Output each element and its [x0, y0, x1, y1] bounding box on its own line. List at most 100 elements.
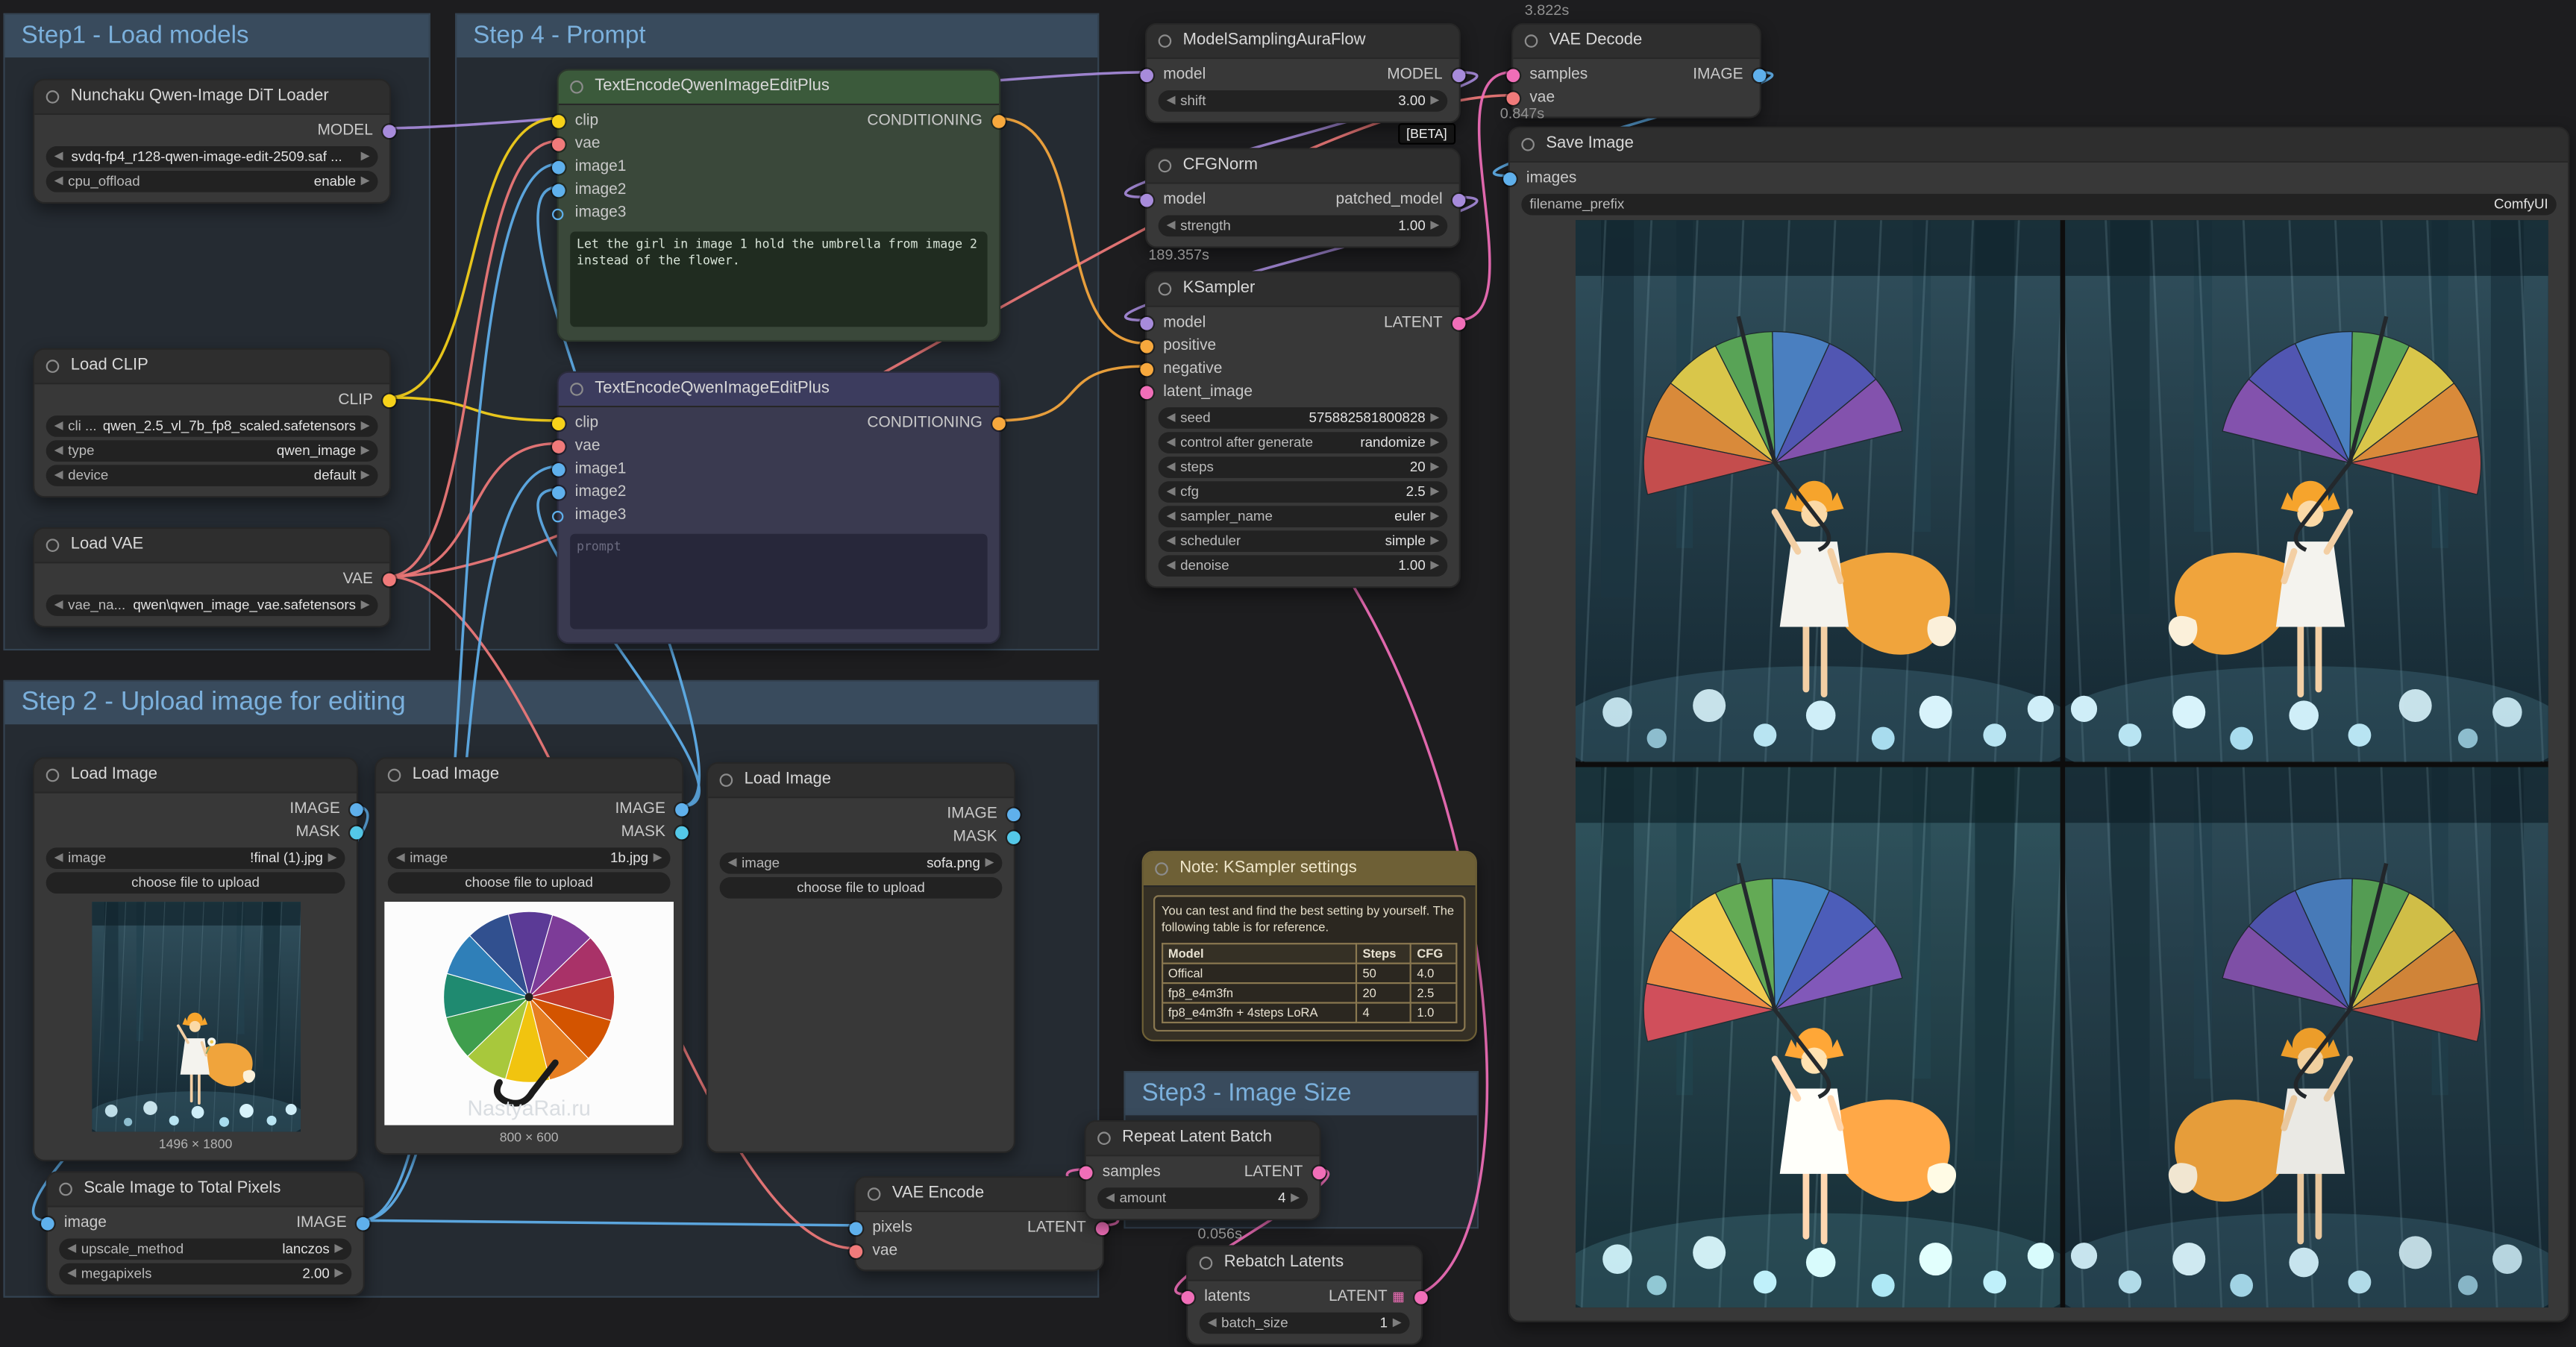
model-input-dot[interactable] — [1140, 69, 1153, 82]
arrow-right-icon[interactable] — [1291, 1187, 1300, 1209]
node-header[interactable]: Load Image — [34, 759, 357, 793]
node-vae-decode[interactable]: VAE Decode samplesIMAGE vae — [1511, 23, 1761, 119]
model-input-dot[interactable] — [1140, 317, 1153, 330]
arrow-left-icon[interactable] — [54, 415, 63, 437]
arrow-left-icon[interactable] — [396, 847, 405, 869]
arrow-left-icon[interactable] — [67, 1263, 76, 1285]
choose-file-button[interactable]: choose file to upload — [720, 877, 1003, 899]
node-graph-canvas[interactable]: Step1 - Load models Step 4 - Prompt Step… — [0, 0, 2576, 1347]
image-output-dot[interactable] — [357, 1217, 370, 1231]
group-title[interactable]: Step3 - Image Size — [1126, 1073, 1477, 1115]
widget-model-name[interactable]: svdq-fp4_r128-qwen-image-edit-2509.saf .… — [46, 146, 378, 168]
mask-output-dot[interactable] — [1007, 831, 1021, 844]
node-vae-encode[interactable]: VAE Encode pixelsLATENT vae — [854, 1176, 1104, 1272]
widget-sampler-name[interactable]: sampler_nameeuler — [1159, 506, 1448, 527]
output-image-4[interactable] — [2064, 766, 2548, 1307]
arrow-left-icon[interactable] — [1167, 432, 1176, 453]
arrow-left-icon[interactable] — [67, 1239, 76, 1260]
node-save-image[interactable]: Save Image images filename_prefixComfyUI — [1508, 127, 2570, 1322]
mask-output-dot[interactable] — [675, 826, 689, 840]
image3-input-dot[interactable] — [552, 209, 563, 220]
latent-output-dot[interactable] — [1313, 1167, 1326, 1180]
node-header[interactable]: Scale Image to Total Pixels — [48, 1172, 363, 1207]
node-header[interactable]: VAE Decode — [1513, 25, 1759, 59]
node-model-sampling-auraflow[interactable]: ModelSamplingAuraFlow modelMODEL shift3.… — [1145, 23, 1461, 123]
node-load-image-3[interactable]: Load Image IMAGE MASK imagesofa.png choo… — [706, 762, 1015, 1153]
group-title[interactable]: Step 2 - Upload image for editing — [5, 682, 1098, 724]
arrow-right-icon[interactable] — [1430, 555, 1439, 577]
prompt-textarea-placeholder[interactable]: prompt — [570, 534, 987, 629]
patched-model-output-dot[interactable] — [1452, 194, 1466, 207]
arrow-left-icon[interactable] — [54, 847, 63, 869]
image1-input-dot[interactable] — [552, 463, 565, 477]
node-scale-image-total-pixels[interactable]: Scale Image to Total Pixels imageIMAGE u… — [46, 1171, 365, 1296]
widget-image-file[interactable]: image!final (1).jpg — [46, 847, 345, 869]
vae-input-dot[interactable] — [1507, 92, 1520, 105]
node-header[interactable]: Load VAE — [34, 529, 389, 563]
node-header[interactable]: Repeat Latent Batch — [1086, 1122, 1320, 1156]
vae-output-dot[interactable] — [383, 574, 396, 587]
arrow-left-icon[interactable] — [1106, 1187, 1115, 1209]
widget-shift[interactable]: shift3.00 — [1159, 90, 1448, 112]
node-header[interactable]: Load Image — [708, 764, 1014, 798]
arrow-left-icon[interactable] — [54, 594, 63, 616]
widget-amount[interactable]: amount4 — [1097, 1187, 1308, 1209]
arrow-right-icon[interactable] — [1430, 432, 1439, 453]
negative-input-dot[interactable] — [1140, 363, 1153, 377]
image-output-dot[interactable] — [1007, 808, 1021, 822]
widget-image-file[interactable]: imagesofa.png — [720, 853, 1003, 874]
widget-filename-prefix[interactable]: filename_prefixComfyUI — [1521, 194, 2556, 216]
widget-type[interactable]: typeqwen_image — [46, 440, 378, 462]
image1-input-dot[interactable] — [552, 161, 565, 175]
image-input-dot[interactable] — [41, 1217, 54, 1231]
vae-input-dot[interactable] — [850, 1245, 863, 1258]
latent-output-dot[interactable] — [1414, 1291, 1428, 1304]
arrow-right-icon[interactable] — [1430, 407, 1439, 429]
arrow-left-icon[interactable] — [1167, 407, 1176, 429]
node-header[interactable]: ModelSamplingAuraFlow — [1147, 25, 1458, 59]
vae-input-dot[interactable] — [552, 440, 565, 453]
node-header[interactable]: VAE Encode — [856, 1178, 1102, 1212]
node-header[interactable]: Load Image — [376, 759, 682, 793]
arrow-left-icon[interactable] — [1167, 506, 1176, 527]
arrow-right-icon[interactable] — [1430, 90, 1439, 112]
node-note-ksampler-settings[interactable]: Note: KSampler settings You can test and… — [1142, 851, 1477, 1040]
node-text-encode-positive[interactable]: TextEncodeQwenImageEditPlus clipCONDITIO… — [557, 69, 1001, 342]
arrow-left-icon[interactable] — [1167, 481, 1176, 503]
latents-input-dot[interactable] — [1181, 1291, 1194, 1304]
output-image-1[interactable] — [1576, 220, 2060, 762]
node-header[interactable]: Rebatch Latents — [1188, 1247, 1421, 1281]
widget-denoise[interactable]: denoise1.00 — [1159, 555, 1448, 577]
widget-control-after-generate[interactable]: control after generaterandomize — [1159, 432, 1448, 453]
output-image-2[interactable] — [2064, 220, 2548, 762]
arrow-left-icon[interactable] — [1167, 555, 1176, 577]
widget-clip-name[interactable]: cli ...qwen_2.5_vl_7b_fp8_scaled.safeten… — [46, 415, 378, 437]
widget-upscale-method[interactable]: upscale_methodlanczos — [59, 1239, 351, 1260]
conditioning-output-dot[interactable] — [992, 115, 1006, 128]
arrow-right-icon[interactable] — [985, 853, 994, 874]
widget-batch-size[interactable]: batch_size1 — [1200, 1313, 1410, 1334]
arrow-right-icon[interactable] — [1430, 530, 1439, 552]
arrow-right-icon[interactable] — [1430, 216, 1439, 237]
image3-input-dot[interactable] — [552, 511, 563, 522]
node-repeat-latent-batch[interactable]: Repeat Latent Batch samplesLATENT amount… — [1085, 1120, 1321, 1220]
arrow-right-icon[interactable] — [328, 847, 337, 869]
arrow-left-icon[interactable] — [1167, 216, 1176, 237]
output-image-3[interactable] — [1576, 766, 2060, 1307]
model-output-dot[interactable] — [383, 125, 396, 138]
widget-megapixels[interactable]: megapixels2.00 — [59, 1263, 351, 1285]
node-load-image-1[interactable]: Load Image IMAGE MASK image!final (1).jp… — [33, 757, 358, 1161]
node-text-encode-negative[interactable]: TextEncodeQwenImageEditPlus clipCONDITIO… — [557, 371, 1001, 644]
node-ksampler[interactable]: KSampler modelLATENT positive negative l… — [1145, 271, 1461, 588]
widget-device[interactable]: devicedefault — [46, 465, 378, 486]
choose-file-button[interactable]: choose file to upload — [46, 872, 345, 894]
clip-input-dot[interactable] — [552, 115, 565, 128]
mask-output-dot[interactable] — [350, 826, 363, 840]
arrow-right-icon[interactable] — [334, 1239, 343, 1260]
widget-image-file[interactable]: image1b.jpg — [388, 847, 671, 869]
node-header[interactable]: CFGNorm — [1147, 149, 1458, 183]
clip-input-dot[interactable] — [552, 417, 565, 430]
widget-cfg[interactable]: cfg2.5 — [1159, 481, 1448, 503]
arrow-left-icon[interactable] — [1167, 90, 1176, 112]
image-output-dot[interactable] — [675, 803, 689, 817]
